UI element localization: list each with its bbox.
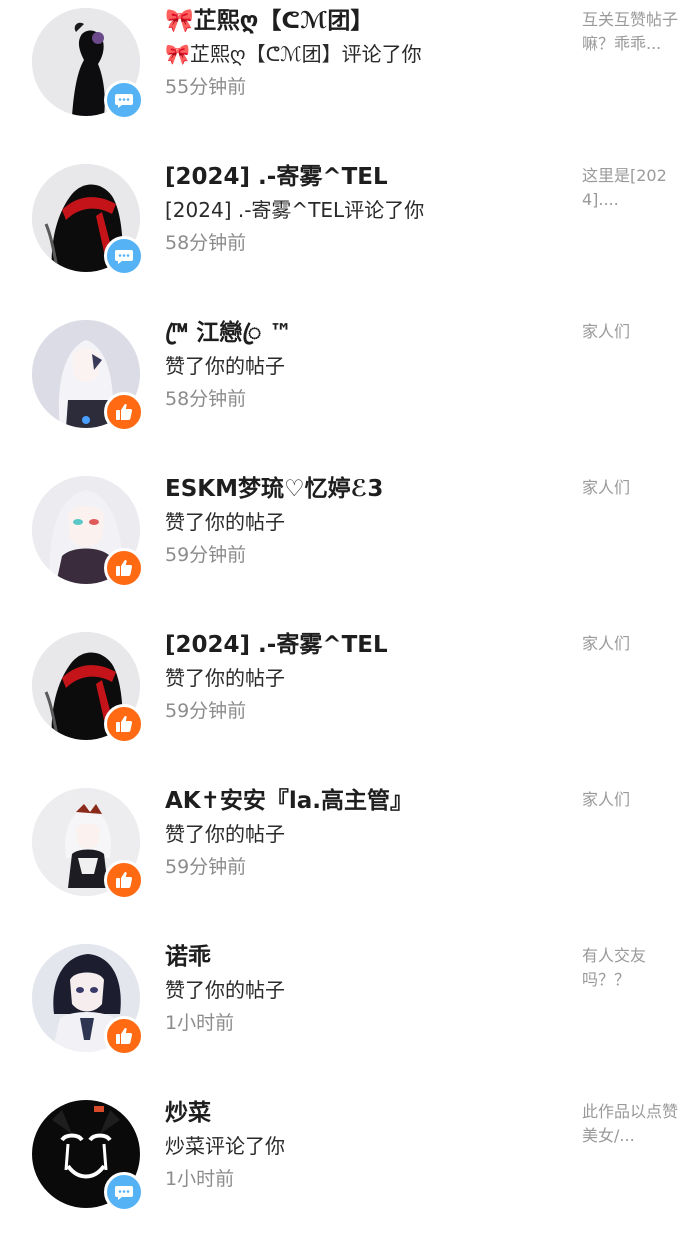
notification-action: 赞了你的帖子 xyxy=(165,822,285,846)
notification-action: 赞了你的帖子 xyxy=(165,978,285,1002)
sender-name[interactable]: ESKM梦琉♡忆婷ℰ3 xyxy=(165,474,565,504)
post-preview[interactable]: 家人们 xyxy=(582,476,682,500)
sender-name[interactable]: 炒菜 xyxy=(165,1098,565,1128)
notification-item[interactable]: ™ꦿ 江戀ꦿ ™ 赞了你的帖子 58分钟前 家人们 xyxy=(0,312,687,468)
chat-bubble-icon xyxy=(115,250,133,264)
notification-time: 58分钟前 xyxy=(165,388,247,410)
sender-name[interactable]: [2024] .-寄雾^TEL xyxy=(165,630,565,660)
thumbs-up-icon xyxy=(116,1028,133,1044)
thumbs-up-icon xyxy=(116,560,133,576)
thumbs-up-icon xyxy=(116,716,133,732)
notification-action: 炒菜评论了你 xyxy=(165,1134,285,1158)
notification-time: 59分钟前 xyxy=(165,856,247,878)
post-preview[interactable]: 此作品以点赞美女/... xyxy=(582,1100,682,1148)
sender-name[interactable]: 🎀芷熙ღ【ᕦℳ团】 xyxy=(165,6,565,36)
post-preview[interactable]: 这里是[2024].... xyxy=(582,164,682,212)
notification-time: 59分钟前 xyxy=(165,544,247,566)
like-badge xyxy=(104,704,144,744)
notification-item[interactable]: [2024] .-寄雾^TEL [2024] .-寄雾^TEL评论了你 58分钟… xyxy=(0,156,687,312)
comment-badge xyxy=(104,1172,144,1212)
comment-badge xyxy=(104,80,144,120)
like-badge xyxy=(104,548,144,588)
chat-bubble-icon xyxy=(115,1186,133,1200)
sender-name[interactable]: [2024] .-寄雾^TEL xyxy=(165,162,565,192)
notification-action: [2024] .-寄雾^TEL评论了你 xyxy=(165,198,425,222)
notification-item[interactable]: 炒菜 炒菜评论了你 1小时前 此作品以点赞美女/... xyxy=(0,1092,687,1248)
sender-name[interactable]: AK✝安安『la.高主管』 xyxy=(165,786,565,816)
notification-action: 赞了你的帖子 xyxy=(165,354,285,378)
notification-time: 55分钟前 xyxy=(165,76,247,98)
comment-badge xyxy=(104,236,144,276)
notification-time: 58分钟前 xyxy=(165,232,247,254)
sender-name[interactable]: 诺乖 xyxy=(165,942,565,972)
like-badge xyxy=(104,392,144,432)
thumbs-up-icon xyxy=(116,404,133,420)
like-badge xyxy=(104,1016,144,1056)
notification-item[interactable]: [2024] .-寄雾^TEL 赞了你的帖子 59分钟前 家人们 xyxy=(0,624,687,780)
post-preview[interactable]: 家人们 xyxy=(582,788,682,812)
chat-bubble-icon xyxy=(115,94,133,108)
post-preview[interactable]: 有人交友吗？？ xyxy=(582,944,682,992)
notification-action: 赞了你的帖子 xyxy=(165,510,285,534)
notification-item[interactable]: AK✝安安『la.高主管』 赞了你的帖子 59分钟前 家人们 xyxy=(0,780,687,936)
notification-item[interactable]: ESKM梦琉♡忆婷ℰ3 赞了你的帖子 59分钟前 家人们 xyxy=(0,468,687,624)
thumbs-up-icon xyxy=(116,872,133,888)
post-preview[interactable]: 家人们 xyxy=(582,320,682,344)
post-preview[interactable]: 家人们 xyxy=(582,632,682,656)
notification-time: 1小时前 xyxy=(165,1168,235,1190)
notification-action: 赞了你的帖子 xyxy=(165,666,285,690)
notification-list: 🎀芷熙ღ【ᕦℳ团】 🎀芷熙ღ【ᕦℳ团】评论了你 55分钟前 互关互赞帖子嘛？乖乖… xyxy=(0,0,687,1219)
notification-item[interactable]: 🎀芷熙ღ【ᕦℳ团】 🎀芷熙ღ【ᕦℳ团】评论了你 55分钟前 互关互赞帖子嘛？乖乖… xyxy=(0,0,687,156)
notification-time: 59分钟前 xyxy=(165,700,247,722)
notification-time: 1小时前 xyxy=(165,1012,235,1034)
like-badge xyxy=(104,860,144,900)
notification-action: 🎀芷熙ღ【ᕦℳ团】评论了你 xyxy=(165,42,422,66)
post-preview[interactable]: 互关互赞帖子嘛？乖乖... xyxy=(582,8,682,56)
sender-name[interactable]: ™ꦿ 江戀ꦿ ™ xyxy=(165,318,565,348)
notification-item[interactable]: 诺乖 赞了你的帖子 1小时前 有人交友吗？？ xyxy=(0,936,687,1092)
